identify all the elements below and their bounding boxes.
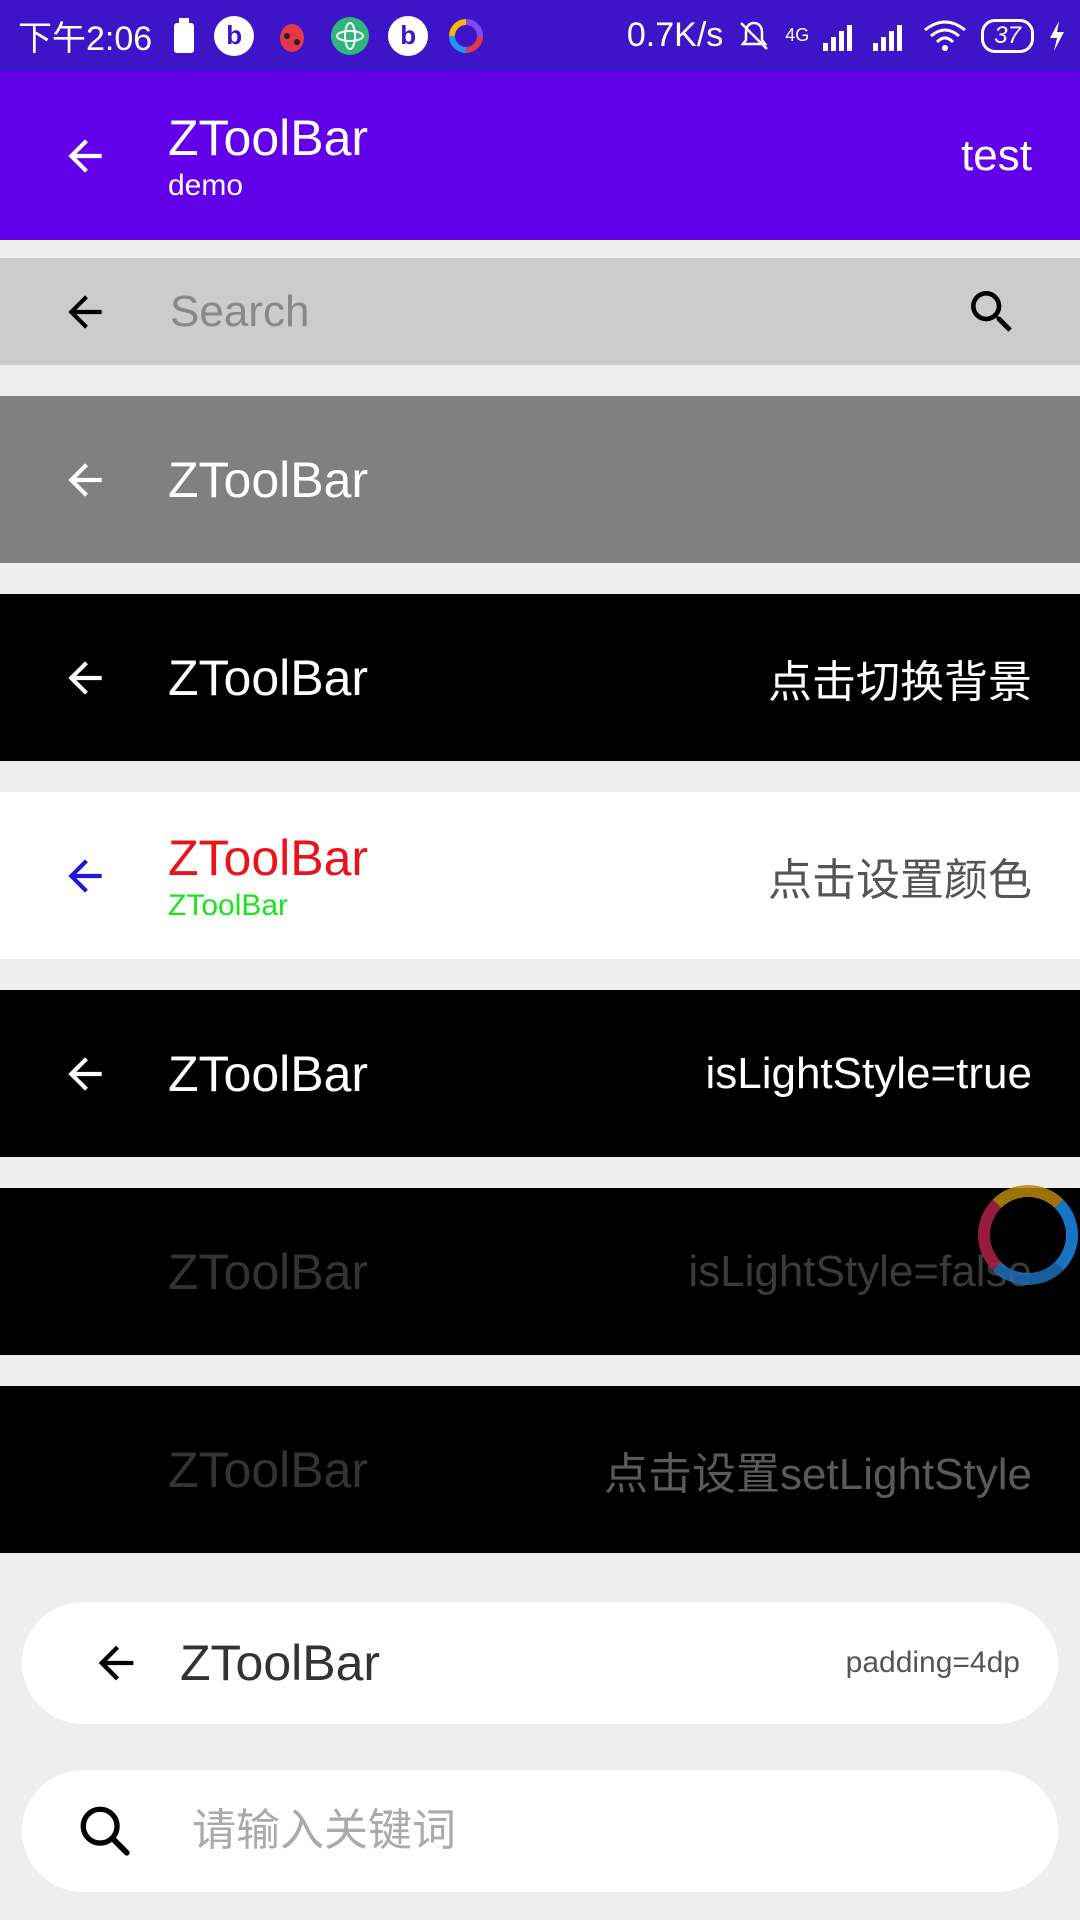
back-button[interactable]	[55, 282, 115, 342]
set-light-style-action[interactable]: 点击设置setLightStyle	[604, 1438, 1032, 1502]
toolbar-titles: ZToolBar	[168, 1044, 368, 1104]
toolbar-subtitle: demo	[168, 168, 244, 202]
arrow-back-icon	[98, 1645, 134, 1681]
toolbar-title: ZToolBar	[168, 1441, 369, 1498]
status-time: 下午2:06	[18, 20, 153, 58]
back-button[interactable]	[55, 450, 115, 510]
padding-action[interactable]: padding=4dp	[846, 1646, 1020, 1680]
status-notification-icons: b b	[172, 15, 486, 56]
search-toolbar	[0, 258, 1080, 365]
switch-background-toolbar: ZToolBar 点击切换背景	[0, 594, 1080, 761]
search-icon[interactable]	[76, 1802, 134, 1860]
light-style-true-action[interactable]: isLightStyle=true	[705, 1049, 1032, 1099]
back-button[interactable]	[55, 1242, 115, 1302]
atom-icon	[331, 16, 370, 55]
toolbar-titles: ZToolBar	[168, 648, 368, 708]
ring-icon	[449, 18, 484, 53]
toolbar-title: ZToolBar	[168, 649, 369, 706]
toolbar-titles: ZToolBar	[168, 1242, 368, 1302]
charging-icon	[1050, 20, 1064, 51]
padding-toolbar: ZToolBar padding=4dp	[22, 1602, 1058, 1724]
network-type: 4G	[785, 25, 810, 45]
toolbar-title: ZToolBar	[168, 1045, 369, 1102]
toolbar-titles: ZToolBar	[168, 450, 368, 510]
arrow-back-icon	[68, 1452, 102, 1487]
toolbar-title: ZToolBar	[168, 109, 369, 166]
arrow-back-icon	[68, 1254, 102, 1289]
signal-icon	[823, 24, 853, 51]
network-speed: 0.7K/s	[626, 16, 724, 54]
back-button[interactable]	[55, 126, 115, 186]
signal-icon	[873, 24, 903, 51]
back-button[interactable]	[55, 1044, 115, 1104]
toolbar-title: ZToolBar	[168, 1243, 369, 1300]
toolbar-subtitle: ZToolBar	[168, 888, 289, 922]
set-light-style-toolbar: ZToolBar 点击设置setLightStyle	[0, 1386, 1080, 1553]
set-color-action[interactable]: 点击设置颜色	[768, 844, 1032, 908]
floating-ring-icon[interactable]	[978, 1185, 1078, 1285]
app-b-icon: b	[388, 15, 429, 56]
status-bar: 下午2:06 b b 0.7K/s 4G 37	[0, 0, 1080, 71]
search-icon	[971, 290, 1012, 332]
status-system-icons: 0.7K/s 4G 37	[627, 16, 1066, 55]
toolbar-title: ZToolBar	[168, 829, 369, 886]
arrow-back-icon	[68, 294, 102, 329]
arrow-back-icon	[68, 1056, 102, 1091]
set-color-toolbar: ZToolBar ZToolBar 点击设置颜色	[0, 792, 1080, 959]
keyword-search-input[interactable]	[190, 1805, 994, 1857]
back-button[interactable]	[55, 846, 115, 906]
toolbar-title: ZToolBar	[168, 451, 369, 508]
toolbar-titles: ZToolBar demo	[168, 108, 368, 204]
mute-icon	[740, 21, 769, 50]
toolbar-titles: ZToolBar ZToolBar	[168, 828, 368, 924]
switch-background-action[interactable]: 点击切换背景	[768, 646, 1032, 710]
search-button[interactable]	[962, 282, 1022, 342]
light-style-false-toolbar: ZToolBar isLightStyle=false	[0, 1188, 1080, 1355]
light-style-true-toolbar: ZToolBar isLightStyle=true	[0, 990, 1080, 1157]
arrow-back-icon	[68, 462, 102, 497]
test-action[interactable]: test	[961, 131, 1032, 181]
toolbar-title: ZToolBar	[180, 1635, 381, 1691]
keyword-search-bar	[22, 1770, 1058, 1892]
search-input[interactable]	[168, 285, 912, 338]
arrow-back-icon	[68, 858, 102, 893]
app-b-icon: b	[214, 15, 255, 56]
back-button[interactable]	[86, 1633, 146, 1693]
battery-saver-icon	[174, 17, 195, 53]
main-toolbar: ZToolBar demo test	[0, 71, 1080, 240]
wifi-icon	[924, 20, 967, 51]
back-button[interactable]	[55, 1440, 115, 1500]
bug-icon	[280, 23, 305, 52]
gray-toolbar: ZToolBar	[0, 396, 1080, 563]
arrow-back-icon	[68, 138, 102, 173]
arrow-back-icon	[68, 660, 102, 695]
battery-level: 37	[981, 18, 1034, 53]
light-style-false-action[interactable]: isLightStyle=false	[688, 1247, 1032, 1297]
toolbar-titles: ZToolBar	[168, 1440, 368, 1500]
back-button[interactable]	[55, 648, 115, 708]
